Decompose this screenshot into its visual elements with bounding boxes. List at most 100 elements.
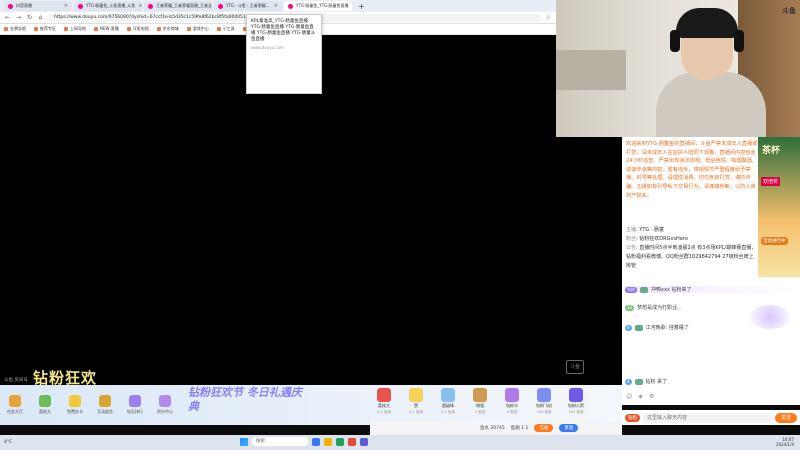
gift-icon[interactable]: ◈ [638, 393, 643, 400]
weather-widget[interactable]: 4°C [4, 440, 44, 445]
charge-button[interactable]: 充值 [534, 424, 554, 432]
free-card-button[interactable]: 免费办卡 [60, 388, 90, 422]
folder-app-icon[interactable] [324, 437, 332, 446]
trophy-icon [99, 395, 111, 407]
side-ad[interactable]: 茶杯 双倍奖 活动进行中 [758, 137, 800, 277]
gift-item[interactable]: 超级棒 0.1 鱼翅 [434, 388, 462, 422]
bookmark[interactable]: 小工具 [216, 26, 235, 32]
star-icon[interactable]: ☆ [545, 14, 552, 21]
bookmark-icon [64, 27, 68, 31]
avatar [640, 286, 648, 293]
home-icon[interactable]: ⌂ [37, 14, 44, 21]
lychee-button[interactable]: 荔枝大 [30, 388, 60, 422]
tab-active[interactable]: YTG·肠童鱼_YTG·肠童鱼直播× [284, 1, 352, 11]
task-hall-button[interactable]: 任务大厅 [0, 388, 30, 422]
fan-label: 粉丝 [626, 236, 637, 242]
avatar [634, 378, 643, 385]
chat-text: 江河晚歌: 挂着睡了 [645, 325, 689, 331]
tab[interactable]: YTG · 斗鱼 · 王者荣耀... × [214, 1, 282, 11]
new-tab-icon[interactable]: + [354, 2, 369, 11]
gift-icon [569, 388, 583, 402]
popup-source: www.douyu.com [251, 45, 284, 50]
side-ad-status: 活动进行中 [761, 237, 788, 245]
level-badge: 4 [625, 378, 632, 385]
streamer-hair [676, 8, 738, 38]
tab-favicon-icon [78, 3, 83, 9]
tab-preview-popup: KPL秦准高_YTG·肠童鱼直播 YTG·肠童鱼直播 YTG·肠童鱼直播 YTG… [246, 14, 322, 94]
chat-message[interactable]: 12 梦想是成为打职业... [625, 304, 682, 311]
bookmark[interactable]: 金牌导航 [4, 26, 26, 32]
ranking-button[interactable]: 钻石排行 [120, 388, 150, 422]
back-icon[interactable]: ← [4, 14, 11, 21]
room-label: 斗鱼 房间号 [4, 378, 28, 383]
fan-badge[interactable]: 钻粉 [625, 413, 640, 422]
gift-icon [441, 388, 455, 402]
app-icon[interactable] [336, 437, 344, 446]
chat-input[interactable] [643, 412, 772, 423]
avatar [634, 324, 643, 331]
card-icon [69, 395, 81, 407]
chat-message[interactable]: 6 江河晚歌: 挂着睡了 [625, 324, 689, 331]
host-label: 主播 [626, 227, 637, 233]
bookmark[interactable]: 牙医电视 [126, 26, 149, 32]
gift-item[interactable]: 钻粉卡 6 鱼翅 [498, 388, 526, 422]
emoji-icon[interactable]: ☺ [626, 393, 632, 400]
taskbar-center: 搜索 [240, 437, 368, 446]
bookmark-label: NEW 直播 [100, 26, 119, 31]
app-icon[interactable] [360, 437, 368, 446]
gift-price: 6 鱼翅 [506, 410, 518, 414]
notice-row: 公告: 直播时间5点半到凌晨2点 有3点场KPL/巅峰赛直播，钻粉福利看微博。Q… [626, 245, 757, 269]
fan-value: 钻粉狂欢DRGvsHero [639, 236, 688, 242]
bookmark[interactable]: 游戏中心 [186, 26, 209, 32]
forward-icon[interactable]: → [15, 14, 22, 21]
taskbar-search[interactable]: 搜索 [252, 437, 308, 446]
app-icon[interactable] [348, 437, 356, 446]
bookmark[interactable]: 京东商城 [156, 26, 179, 32]
bookmark[interactable]: 上网导航 [64, 26, 86, 32]
balance-bar: 鱼丸 20745 鱼翅 1.1 充值 贵族 [370, 421, 622, 435]
settings-icon[interactable]: ⚙ [649, 393, 654, 400]
side-ad-tag: 双倍奖 [761, 177, 781, 186]
tab-close-icon[interactable]: × [274, 3, 278, 9]
gift-item[interactable]: 钻粉火箭 500 鱼翅 [562, 388, 590, 422]
gift-box-icon [159, 395, 171, 407]
gift-label: 增强 [476, 403, 484, 408]
gift-item[interactable]: 荔枝大 0.1 鱼翅 [370, 388, 398, 422]
gift-price: 0.1 鱼翅 [377, 410, 391, 414]
chat-message[interactable]: 4 钻粉 来了 [625, 378, 667, 385]
festival-banner[interactable]: 钻粉狂欢节 冬日礼遇庆典 [188, 386, 308, 424]
noble-button[interactable]: 贵族 [559, 424, 579, 432]
tab-label: 抖音直播 [16, 3, 32, 8]
bookmark-icon [94, 27, 98, 31]
chat-text: 钻粉 来了 [645, 379, 668, 385]
system-clock[interactable]: 16:07 2024/1/4 [776, 437, 794, 447]
bookmark[interactable]: 推荐专区 [34, 26, 56, 32]
headset-left [670, 30, 680, 52]
interaction-button[interactable]: 互动留言 [90, 388, 120, 422]
bookmark-label: 推荐专区 [40, 26, 56, 31]
level-badge: 6 [625, 324, 632, 331]
tab-label: YTG·肠童鱼_斗鱼直播_斗鱼 [86, 3, 136, 8]
gift-item[interactable]: 赞 0.1 鱼翅 [402, 388, 430, 422]
button-label: 积分中心 [157, 409, 173, 414]
gift-price: 100 鱼翅 [536, 410, 552, 414]
task-icon [9, 395, 21, 407]
tab[interactable]: 王者荣耀_王者荣耀直播_王者全× [144, 1, 212, 11]
send-button[interactable]: 发送 [774, 412, 797, 423]
gift-label: 超级棒 [442, 403, 454, 408]
gift-item[interactable]: 增强 2 鱼翅 [466, 388, 494, 422]
bookmark[interactable]: NEW 直播 [94, 26, 119, 32]
tab[interactable]: 抖音直播 × [4, 1, 72, 11]
chat-message[interactable]: 钻粉 冲鸭xxx 钻粉来了 [625, 286, 797, 293]
tab-close-icon[interactable]: × [64, 3, 68, 9]
chat-list[interactable]: 钻粉 冲鸭xxx 钻粉来了 12 梦想是成为打职业... 6 江河晚歌: 挂着睡… [622, 282, 800, 386]
reload-icon[interactable]: ↻ [26, 14, 33, 21]
tab-close-icon[interactable]: × [138, 3, 142, 9]
cam-logo: 斗鱼 [782, 7, 796, 15]
gift-item[interactable]: 钻粉飞机 100 鱼翅 [530, 388, 558, 422]
screen: 抖音直播× YTG·肠童鱼_斗鱼直播_斗鱼× 王者荣耀_王者荣耀直播_王者全× … [0, 0, 800, 450]
browser-app-icon[interactable] [312, 437, 320, 446]
points-button[interactable]: 积分中心 [150, 388, 180, 422]
windows-start-icon[interactable] [240, 437, 248, 446]
tab[interactable]: YTG·肠童鱼_斗鱼直播_斗鱼 × [74, 1, 142, 11]
